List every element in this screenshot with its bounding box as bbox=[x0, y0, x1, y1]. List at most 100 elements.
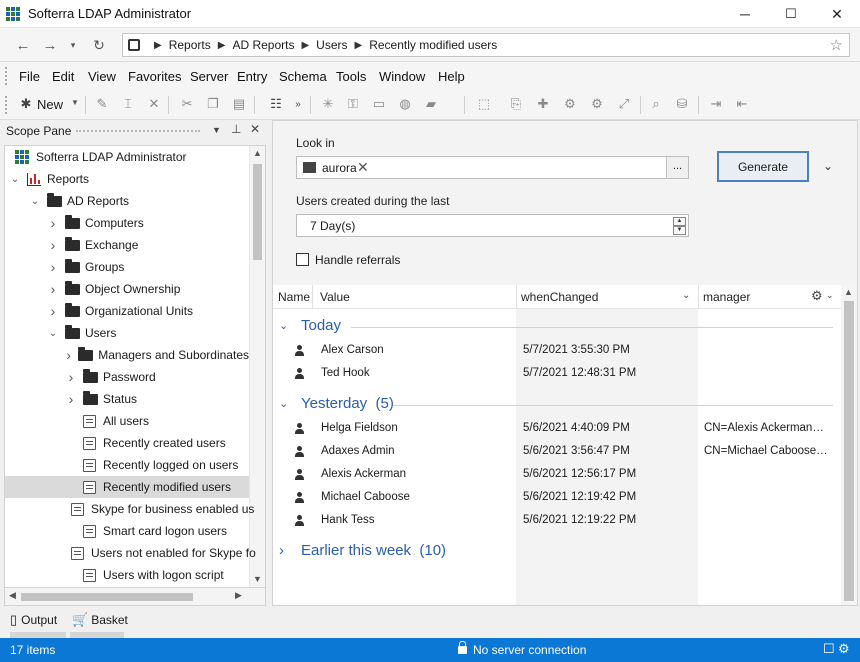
overflow-icon[interactable]: » bbox=[288, 94, 308, 114]
group-header[interactable]: ⌄ Today bbox=[279, 317, 341, 334]
tree-item[interactable]: Users not enabled for Skype fo bbox=[5, 542, 256, 564]
star-icon[interactable]: ☆ bbox=[830, 36, 843, 54]
new-object-icon[interactable]: ✳ bbox=[318, 94, 338, 114]
expand-chevron-icon[interactable]: › bbox=[47, 303, 59, 319]
address-bar[interactable]: ▶ Reports ▶ AD Reports ▶ Users ▶ Recentl… bbox=[122, 33, 850, 57]
breadcrumb-item[interactable]: Users bbox=[316, 38, 347, 52]
tree-item[interactable]: Skype for business enabled us bbox=[5, 498, 254, 520]
table-row[interactable]: Alex Carson 5/7/2021 3:55:30 PM bbox=[273, 340, 839, 362]
tree-item[interactable]: Recently logged on users bbox=[5, 454, 249, 476]
scroll-up-icon[interactable]: ▲ bbox=[253, 148, 262, 158]
collapse-chevron-icon[interactable]: ⌄ bbox=[47, 328, 59, 339]
menu-view[interactable]: View bbox=[88, 69, 116, 84]
tree-item[interactable]: Users with logon script bbox=[5, 564, 249, 586]
search-icon[interactable]: ⌕ bbox=[646, 94, 666, 114]
tree-item[interactable]: ⌄ Reports bbox=[5, 168, 249, 190]
tree-item[interactable]: ⌄ Users bbox=[5, 322, 249, 344]
expand-chevron-icon[interactable]: › bbox=[279, 542, 291, 559]
column-name[interactable]: Name bbox=[278, 290, 310, 304]
tree-item[interactable]: Recently created users bbox=[5, 432, 249, 454]
chevron-down-icon[interactable]: ▼ bbox=[71, 98, 79, 107]
settings-icon[interactable]: ⚙ bbox=[838, 641, 850, 657]
gear-icon[interactable]: ⚙ bbox=[811, 288, 823, 304]
collapse-chevron-icon[interactable]: ⌄ bbox=[279, 319, 291, 332]
spin-up-icon[interactable]: ▲ bbox=[673, 217, 686, 226]
settings-icon[interactable]: ⚙ bbox=[560, 94, 580, 114]
expand-chevron-icon[interactable]: › bbox=[47, 237, 59, 253]
send-icon[interactable]: ⇥ bbox=[706, 94, 726, 114]
properties-icon[interactable]: ☷ bbox=[266, 94, 286, 114]
schema-icon[interactable]: ⬚ bbox=[474, 94, 494, 114]
tree-item[interactable]: All users bbox=[5, 410, 249, 432]
close-button[interactable]: ✕ bbox=[814, 0, 860, 28]
menu-edit[interactable]: Edit bbox=[52, 69, 74, 84]
menu-favorites[interactable]: Favorites bbox=[128, 69, 181, 84]
menu-window[interactable]: Window bbox=[379, 69, 425, 84]
remove-chip-icon[interactable]: ✕ bbox=[357, 159, 369, 176]
tree-item[interactable]: › Exchange bbox=[5, 234, 249, 256]
tree-item[interactable]: › Organizational Units bbox=[5, 300, 249, 322]
table-row[interactable]: Hank Tess 5/6/2021 12:19:22 PM bbox=[273, 510, 839, 532]
globe-icon[interactable]: ◍ bbox=[395, 94, 415, 114]
paste-icon[interactable]: ▤ bbox=[229, 94, 249, 114]
grip-handle[interactable] bbox=[5, 96, 8, 114]
chevron-down-icon[interactable]: ⌄ bbox=[823, 159, 833, 173]
table-row[interactable]: Helga Fieldson 5/6/2021 4:40:09 PM CN=Alex… bbox=[273, 418, 839, 440]
notification-icon[interactable]: ☐ bbox=[823, 641, 835, 657]
folder-move-icon[interactable]: ▰ bbox=[421, 94, 441, 114]
back-icon[interactable]: ← bbox=[12, 34, 34, 56]
tree-item[interactable]: › Computers bbox=[5, 212, 249, 234]
collapse-chevron-icon[interactable]: ⌄ bbox=[9, 174, 21, 185]
copy-icon[interactable]: ❐ bbox=[203, 94, 223, 114]
breadcrumb-item[interactable]: Reports bbox=[169, 38, 211, 52]
tree-item[interactable]: Softerra LDAP Administrator bbox=[5, 146, 249, 168]
collapse-chevron-icon[interactable]: ⌄ bbox=[279, 397, 291, 410]
column-value[interactable]: Value bbox=[320, 290, 350, 304]
new-entry-icon[interactable]: ✱ bbox=[16, 94, 36, 114]
scroll-left-icon[interactable]: ◀ bbox=[9, 590, 16, 601]
group-header[interactable]: › Earlier this week (10) bbox=[279, 542, 446, 559]
pin-icon[interactable]: ⊥ bbox=[231, 122, 241, 136]
tree-item[interactable]: › Password bbox=[5, 366, 249, 388]
export-icon[interactable]: ⎘ bbox=[506, 94, 526, 114]
expand-chevron-icon[interactable]: › bbox=[47, 281, 59, 297]
scope-tree[interactable]: ▲ ▼ Softerra LDAP Administrator ⌄ Reports ⌄… bbox=[4, 145, 266, 588]
database-icon[interactable]: ⛁ bbox=[672, 94, 692, 114]
tree-item[interactable]: › Status bbox=[5, 388, 249, 410]
table-row[interactable]: Alexis Ackerman 5/6/2021 12:56:17 PM bbox=[273, 464, 839, 486]
breadcrumb-item[interactable]: AD Reports bbox=[232, 38, 294, 52]
expand-chevron-icon[interactable]: › bbox=[65, 347, 72, 363]
new-button[interactable]: New bbox=[37, 97, 63, 112]
add-attribute-icon[interactable]: ✚ bbox=[533, 94, 553, 114]
expand-chevron-icon[interactable]: › bbox=[47, 259, 59, 275]
tree-item[interactable]: › Object Ownership bbox=[5, 278, 249, 300]
column-manager[interactable]: manager bbox=[703, 290, 750, 304]
menu-help[interactable]: Help bbox=[438, 69, 465, 84]
scroll-down-icon[interactable]: ▼ bbox=[253, 574, 262, 584]
expand-icon[interactable]: ⤢ bbox=[614, 94, 634, 114]
pane-menu-icon[interactable]: ▼ bbox=[212, 125, 221, 135]
tree-horizontal-scrollbar[interactable]: ◀ ▶ bbox=[4, 588, 266, 606]
group-header[interactable]: ⌄ Yesterday (5) bbox=[279, 395, 394, 412]
minimize-button[interactable]: ─ bbox=[722, 0, 768, 28]
handle-referrals-checkbox[interactable] bbox=[296, 253, 309, 266]
options-icon[interactable]: ⚙ bbox=[587, 94, 607, 114]
scrollbar-thumb[interactable] bbox=[253, 164, 262, 260]
table-row[interactable]: Adaxes Admin 5/6/2021 3:56:47 PM CN=Michae… bbox=[273, 441, 839, 463]
chevron-down-icon[interactable]: ⌄ bbox=[826, 290, 834, 301]
expand-chevron-icon[interactable]: › bbox=[65, 391, 77, 407]
browse-button[interactable]: ... bbox=[666, 157, 688, 178]
cut-icon[interactable]: ✂ bbox=[177, 94, 197, 114]
tree-item[interactable]: ⌄ AD Reports bbox=[5, 190, 249, 212]
grip-handle[interactable] bbox=[5, 67, 8, 85]
column-whenchanged[interactable]: whenChanged bbox=[521, 290, 598, 304]
forward-dropdown-icon[interactable]: ▾ bbox=[62, 34, 84, 56]
expand-chevron-icon[interactable]: › bbox=[47, 215, 59, 231]
delete-icon[interactable]: ✕ bbox=[144, 94, 164, 114]
scroll-right-icon[interactable]: ▶ bbox=[235, 590, 242, 601]
forward-icon[interactable]: → bbox=[39, 34, 61, 56]
chevron-down-icon[interactable]: ⌄ bbox=[682, 290, 690, 301]
tree-item[interactable]: › Groups bbox=[5, 256, 249, 278]
tab-output[interactable]: ▯ Output bbox=[10, 612, 57, 628]
menu-file[interactable]: File bbox=[19, 69, 40, 84]
